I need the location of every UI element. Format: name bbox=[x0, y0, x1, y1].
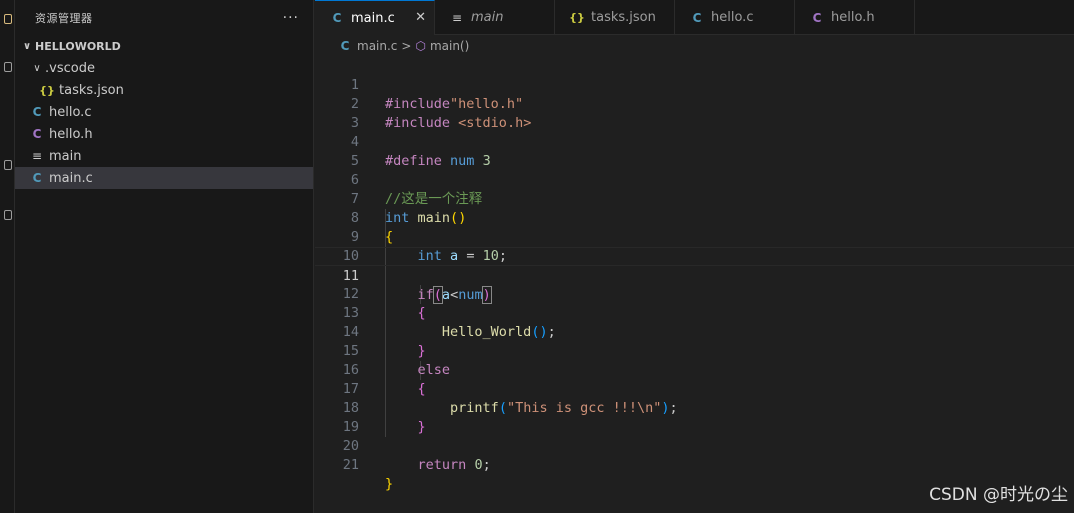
code-line: 13 Hello_World(); bbox=[315, 285, 1074, 340]
h-file-icon: C bbox=[32, 127, 42, 141]
c-file-icon: C bbox=[332, 11, 342, 25]
token-punctuation: ; bbox=[482, 457, 491, 473]
function-symbol-icon: ⬡ bbox=[415, 39, 426, 53]
code-line-current: 11 if(a<num) bbox=[315, 247, 1074, 304]
tree-item-vscode-folder[interactable]: ∨ .vscode bbox=[15, 57, 313, 79]
c-file-icon: C bbox=[32, 105, 42, 119]
code-line: 7 int main() bbox=[315, 171, 1074, 226]
code-line: 18 } bbox=[315, 380, 1074, 435]
code-line: 8 { bbox=[315, 190, 1074, 245]
breadcrumb-file[interactable]: main.c bbox=[357, 39, 397, 53]
close-icon[interactable]: ✕ bbox=[415, 10, 426, 25]
tab-hello-c[interactable]: C hello.c bbox=[675, 0, 795, 35]
code-line: 15 else bbox=[315, 323, 1074, 378]
explorer-icon[interactable] bbox=[4, 14, 12, 24]
activity-bar bbox=[0, 0, 15, 513]
code-line: 21 } bbox=[315, 437, 1074, 492]
breadcrumb-symbol[interactable]: main() bbox=[430, 39, 469, 53]
run-debug-icon[interactable] bbox=[4, 160, 12, 170]
tab-hello-h[interactable]: C hello.h bbox=[795, 0, 915, 35]
tree-item-tasks-json[interactable]: {} tasks.json bbox=[15, 79, 313, 101]
tree-item-label: tasks.json bbox=[59, 82, 124, 98]
sidebar-title: 资源管理器 bbox=[35, 11, 93, 25]
json-icon: {} bbox=[39, 83, 55, 97]
tree-item-label: hello.c bbox=[49, 104, 92, 120]
code-line: 3 bbox=[315, 95, 1074, 131]
tab-label: hello.c bbox=[711, 10, 754, 25]
tab-label: tasks.json bbox=[591, 10, 656, 25]
binary-file-icon: ≡ bbox=[451, 10, 463, 25]
more-actions-icon[interactable]: ··· bbox=[283, 10, 299, 26]
tree-item-label: main.c bbox=[49, 170, 93, 186]
code-line: 14 } bbox=[315, 304, 1074, 359]
h-file-icon: C bbox=[812, 10, 822, 25]
code-line: 20 return 0; bbox=[315, 418, 1074, 473]
code-line: 16 { bbox=[315, 342, 1074, 397]
sidebar-header: 资源管理器 ··· bbox=[15, 0, 313, 35]
tree-item-hello-h[interactable]: C hello.h bbox=[15, 123, 313, 145]
search-icon[interactable] bbox=[4, 62, 12, 72]
tab-main-c[interactable]: C main.c ✕ bbox=[315, 0, 435, 35]
c-file-icon: C bbox=[340, 39, 350, 53]
tree-item-label: hello.h bbox=[49, 126, 93, 142]
code-line: 5 bbox=[315, 133, 1074, 169]
tab-label: main.c bbox=[351, 10, 395, 26]
code-line: 19 bbox=[315, 399, 1074, 435]
tree-item-label: main bbox=[49, 148, 82, 164]
code-line: 12 { bbox=[315, 266, 1074, 321]
code-line: 2 #include <stdio.h> bbox=[315, 76, 1074, 131]
tree-item-main-c[interactable]: C main.c bbox=[15, 167, 313, 189]
code-line: 10 bbox=[315, 228, 1074, 264]
tree-item-label: .vscode bbox=[45, 60, 95, 76]
code-line: 6 //这是一个注释 bbox=[315, 152, 1074, 207]
workspace-folder-label: HELLOWORLD bbox=[35, 39, 121, 53]
binary-file-icon: ≡ bbox=[31, 149, 43, 163]
token-number: 0 bbox=[474, 457, 483, 473]
code-editor[interactable]: 1 #include"hello.h" 2 #include <stdio.h>… bbox=[315, 57, 1074, 513]
token-bracket: } bbox=[385, 476, 394, 492]
extensions-icon[interactable] bbox=[4, 210, 12, 220]
code-line: 17 printf("This is gcc !!!\n"); bbox=[315, 361, 1074, 416]
chevron-down-icon: ∨ bbox=[22, 40, 32, 52]
line-number: 21 bbox=[342, 457, 359, 473]
tree-item-hello-c[interactable]: C hello.c bbox=[15, 101, 313, 123]
json-icon: {} bbox=[569, 11, 585, 24]
code-line: 9 int a = 10; bbox=[315, 209, 1074, 264]
c-file-icon: C bbox=[692, 10, 702, 25]
explorer-sidebar: 资源管理器 ··· ∨ HELLOWORLD ∨ .vscode {} task… bbox=[15, 0, 314, 513]
watermark: CSDN @时光の尘 bbox=[929, 485, 1068, 505]
breadcrumb: C main.c > ⬡ main() bbox=[315, 35, 1074, 57]
tab-main[interactable]: ≡ main bbox=[435, 0, 555, 35]
tab-label: main bbox=[471, 10, 504, 25]
tab-label: hello.h bbox=[831, 10, 875, 25]
tab-tasks-json[interactable]: {} tasks.json bbox=[555, 0, 675, 35]
tree-item-main[interactable]: ≡ main bbox=[15, 145, 313, 167]
code-line: 4 #define num 3 bbox=[315, 114, 1074, 169]
c-file-icon: C bbox=[32, 171, 42, 185]
chevron-down-icon: ∨ bbox=[33, 62, 41, 74]
code-line: 1 #include"hello.h" bbox=[315, 57, 1074, 112]
token-keyword: return bbox=[417, 457, 467, 473]
editor-tabs: C main.c ✕ ≡ main {} tasks.json C hello.… bbox=[315, 0, 1074, 35]
breadcrumb-separator: > bbox=[401, 39, 412, 53]
workspace-folder-helloworld[interactable]: ∨ HELLOWORLD bbox=[15, 35, 313, 57]
